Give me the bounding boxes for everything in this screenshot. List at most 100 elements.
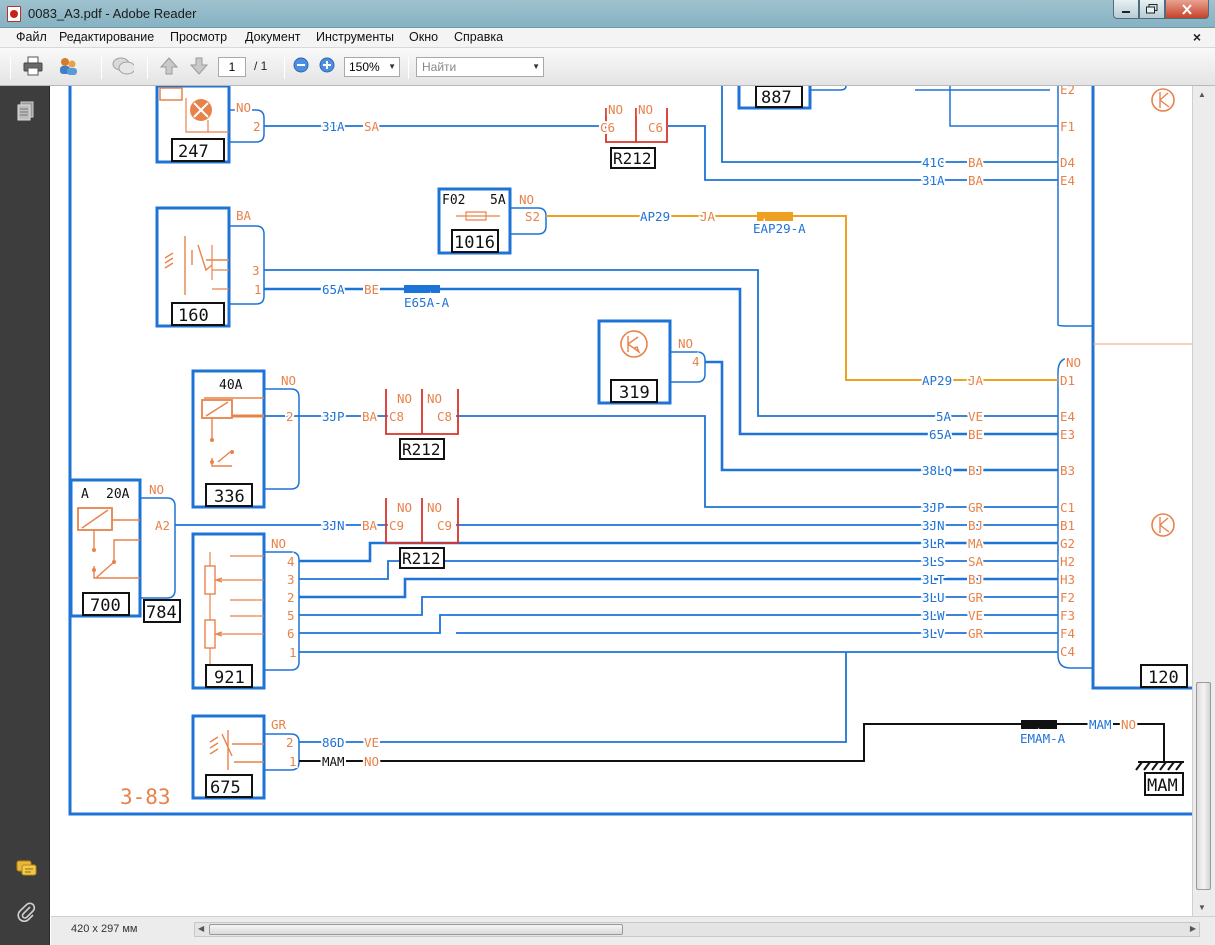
page-number-input[interactable]: 1 (218, 57, 246, 77)
component-color-label: NO (149, 482, 164, 497)
pin-number-label: 4 (287, 554, 295, 569)
label-mam: MAM (1147, 776, 1178, 796)
maximize-button[interactable] (1139, 0, 1165, 19)
connector-color-label: NO (397, 391, 412, 406)
toolbar-separator (101, 57, 102, 79)
wire-code-label: 5A (936, 409, 952, 424)
menu-view[interactable]: Просмотр (169, 30, 228, 44)
wire-color-label: NO (364, 754, 379, 769)
zoom-in-button[interactable] (318, 56, 336, 74)
connector-pin-label: C8 (389, 409, 404, 424)
toolbar-separator (147, 57, 148, 79)
wire-color-label: VE (968, 608, 983, 623)
menu-tools[interactable]: Инструменты (315, 30, 395, 44)
wire-code-label: AP29 (640, 209, 670, 224)
wire-code-label: 65A (929, 427, 952, 442)
menu-bar: Файл Редактирование Просмотр Документ Ин… (0, 28, 1215, 48)
component-color-label: NO (678, 336, 693, 351)
toolbar-separator (284, 57, 285, 79)
attachments-panel-button[interactable] (15, 901, 37, 923)
next-page-button[interactable] (188, 55, 210, 77)
wire-code-label: 3LR (922, 536, 945, 551)
connector-r212-top-label: R212 (613, 149, 652, 168)
toolbar-grip (10, 57, 11, 79)
menu-help[interactable]: Справка (453, 30, 504, 44)
label-160: 160 (178, 306, 209, 326)
component-color-label: GR (271, 717, 287, 732)
zoom-out-button[interactable] (292, 56, 310, 74)
wire-code-label: 3JP (322, 409, 345, 424)
document-viewport[interactable]: 247 160 1016 319 336 700 784 921 675 887… (51, 86, 1192, 916)
vertical-scrollbar[interactable]: ▲ ▼ (1192, 86, 1215, 916)
vertical-scroll-thumb[interactable] (1196, 682, 1211, 890)
wire-code-label: 3LT (922, 572, 945, 587)
wire-color-label: GR (968, 626, 984, 641)
ecu-pin-label: F1 (1060, 119, 1075, 134)
wire-code-label: 31A (922, 173, 945, 188)
scroll-up-arrow-icon[interactable]: ▲ (1198, 90, 1206, 99)
fuse-rating: 5A (490, 193, 506, 208)
menu-window[interactable]: Окно (408, 30, 439, 44)
wire-color-label: BJ (968, 463, 983, 478)
scroll-left-arrow-icon[interactable]: ◀ (198, 924, 204, 933)
wire-code-label: 65A (322, 282, 345, 297)
close-window-button[interactable] (1165, 0, 1209, 19)
wire-color-label: BA (362, 518, 378, 533)
comment-bubbles-icon (112, 57, 134, 75)
ecu-pin-label: H2 (1060, 554, 1075, 569)
component-color-label: NO (519, 192, 534, 207)
splice-label: EAP29-A (753, 221, 806, 236)
zoom-select[interactable]: 150% ▼ (344, 57, 400, 77)
pin-number-label: 2 (286, 409, 294, 424)
print-button[interactable] (22, 55, 44, 77)
wire-color-label: GR (968, 590, 984, 605)
wire-code-label: 3LW (922, 608, 945, 623)
ecu-pin-label: E4 (1060, 409, 1075, 424)
page-dimensions: 420 x 297 мм (71, 923, 138, 935)
wire-color-label: BA (968, 173, 984, 188)
pin-number-label: A2 (155, 518, 170, 533)
ecu-pin-label: G2 (1060, 536, 1075, 551)
chevron-down-icon: ▼ (388, 62, 396, 71)
pin-number-label: 4 (692, 354, 700, 369)
menu-document[interactable]: Документ (244, 30, 301, 44)
minimize-button[interactable] (1113, 0, 1139, 19)
wire-code-label: 3LV (922, 626, 945, 641)
close-document-button[interactable]: × (1193, 29, 1201, 45)
component-color-label: NO (281, 373, 296, 388)
pin-number-label: 2 (286, 735, 294, 750)
comment-button[interactable] (112, 55, 134, 77)
pdf-app-icon (7, 6, 21, 22)
comments-panel-button[interactable] (15, 858, 37, 880)
label-887: 887 (761, 88, 792, 108)
menu-file[interactable]: Файл (15, 30, 48, 44)
restore-icon (1146, 4, 1158, 14)
wire-code-label: AP29 (922, 373, 952, 388)
scroll-right-arrow-icon[interactable]: ▶ (1190, 924, 1196, 933)
previous-page-button[interactable] (158, 55, 180, 77)
horizontal-scroll-thumb[interactable] (209, 924, 623, 935)
ecu-pin-label: E2 (1060, 86, 1075, 97)
connector-r212-mid-label: R212 (402, 440, 441, 459)
connector-pin-label: C6 (600, 120, 615, 135)
pin-number-label: 1 (289, 754, 297, 769)
printer-icon (23, 56, 43, 76)
label-700: 700 (90, 596, 121, 616)
scroll-down-arrow-icon[interactable]: ▼ (1198, 903, 1206, 912)
ecu-pin-label: E4 (1060, 173, 1075, 188)
search-input[interactable]: Найти ▼ (416, 57, 544, 77)
pin-number-label: 3 (252, 263, 260, 278)
wire-code-label: 3JP (922, 500, 945, 515)
label-120: 120 (1148, 668, 1179, 688)
share-button[interactable] (58, 55, 80, 77)
wire-color-label: BJ (968, 518, 983, 533)
horizontal-scrollbar[interactable]: ◀ ▶ (194, 922, 1200, 937)
menu-edit[interactable]: Редактирование (58, 30, 155, 44)
connector-r212-low-label: R212 (402, 549, 441, 568)
label-319: 319 (619, 383, 650, 403)
relay-700-terminal: A (81, 487, 89, 502)
wire-color-label: SA (968, 554, 984, 569)
toolbar-separator (408, 57, 409, 79)
wire-code-label: 3JN (322, 518, 345, 533)
pages-panel-button[interactable] (15, 100, 37, 122)
